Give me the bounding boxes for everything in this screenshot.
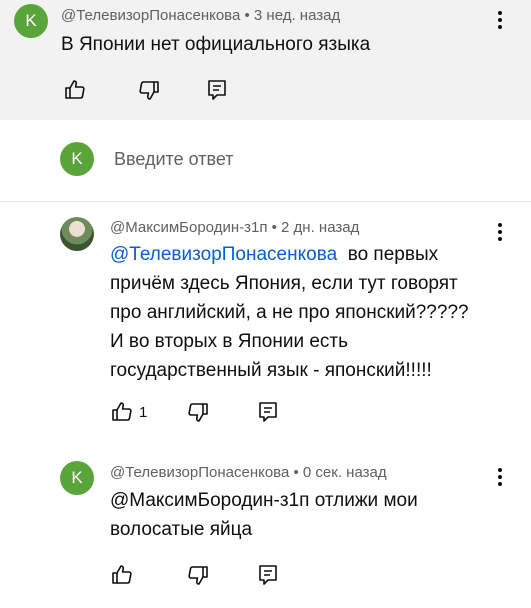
- comment-line: волосатые яйца: [110, 519, 253, 540]
- comment-line: @ТелевизорПонасенкова во первых: [110, 244, 439, 265]
- thumb-down-icon[interactable]: [186, 563, 210, 587]
- comment: @МаксимБородин-з1п • 2 дн. назад @Телеви…: [0, 202, 531, 447]
- reply-box[interactable]: K Введите ответ: [0, 120, 531, 200]
- comment-meta: @МаксимБородин-з1п • 2 дн. назад: [110, 219, 360, 236]
- comment: K @ТелевизорПонасенкова • 0 сек. назад @…: [0, 447, 531, 608]
- comment-text: @ТелевизорПонасенкова во первых причём з…: [110, 240, 510, 385]
- comment-highlighted: K @ТелевизорПонасенкова • 3 нед. назад В…: [0, 0, 531, 120]
- mention-link[interactable]: @ТелевизорПонасенкова: [110, 244, 337, 265]
- comment-meta: @ТелевизорПонасенкова • 0 сек. назад: [110, 464, 387, 481]
- comment-line: про английский, а не про японский?????: [110, 302, 469, 323]
- thumb-up-icon[interactable]: [110, 400, 134, 424]
- avatar: K: [60, 142, 94, 176]
- comment-line: И во вторых в Японии есть: [110, 331, 349, 352]
- comment-line: причём здесь Япония, если тут говорят: [110, 273, 458, 294]
- reply-comment-icon[interactable]: [256, 563, 280, 587]
- like-count: 1: [139, 404, 148, 421]
- avatar[interactable]: K: [60, 461, 94, 495]
- comment-meta: @ТелевизорПонасенкова • 3 нед. назад: [61, 7, 341, 24]
- comment-line: @МаксимБородин-з1п отлижи мои: [110, 490, 418, 511]
- thumb-down-icon[interactable]: [137, 78, 161, 102]
- reply-comment-icon[interactable]: [256, 400, 280, 424]
- avatar[interactable]: K: [14, 4, 48, 38]
- comment-line: государственный язык - японский!!!!!: [110, 360, 432, 381]
- more-vertical-icon[interactable]: [490, 9, 510, 33]
- reply-input[interactable]: Введите ответ: [114, 149, 233, 170]
- thumb-down-icon[interactable]: [186, 400, 210, 424]
- comment-text: В Японии нет официального языка: [61, 34, 371, 55]
- comment-text: @МаксимБородин-з1п отлижи мои волосатые …: [110, 486, 510, 544]
- avatar[interactable]: [60, 217, 94, 251]
- thumb-up-icon[interactable]: [63, 78, 87, 102]
- reply-comment-icon[interactable]: [205, 78, 229, 102]
- thumb-up-icon[interactable]: [110, 563, 134, 587]
